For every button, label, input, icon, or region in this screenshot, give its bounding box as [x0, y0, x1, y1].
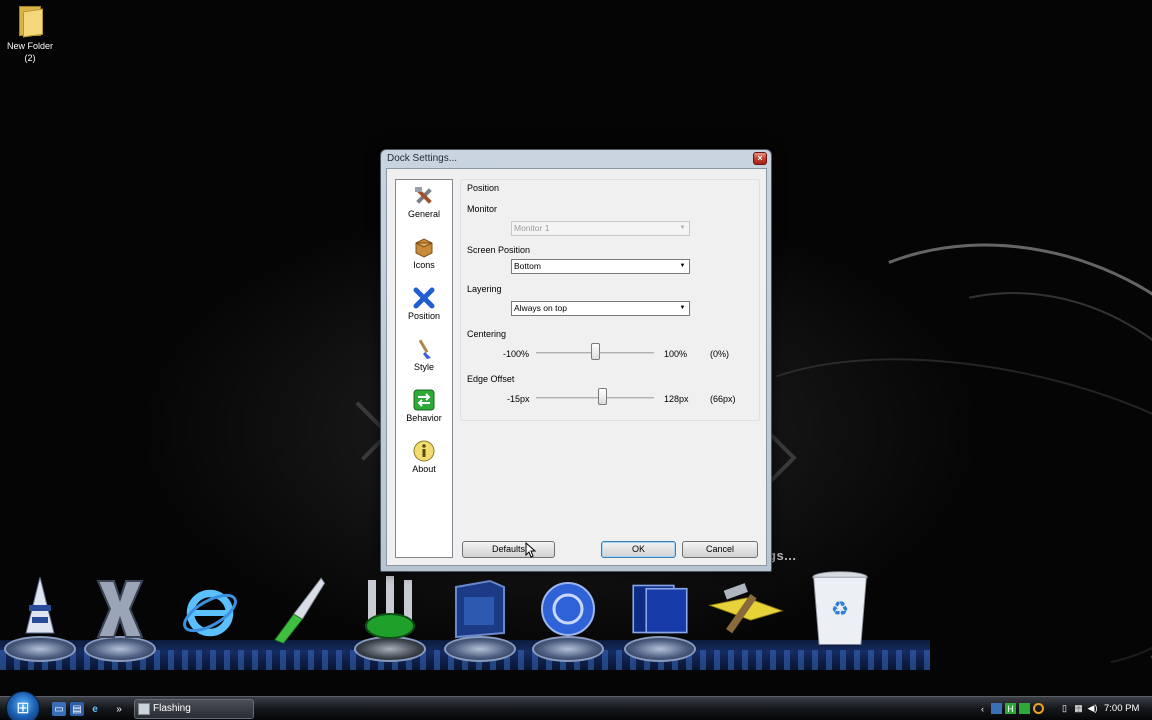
- sidebar-item-position[interactable]: Position: [396, 284, 452, 328]
- dock-settings-dialog: Dock Settings... × General Icons Positio…: [380, 149, 772, 572]
- position-x-icon: [412, 287, 436, 309]
- screen-position-select[interactable]: Bottom ▼: [511, 259, 690, 274]
- layering-value: Always on top: [514, 303, 567, 313]
- desktop-icon-label: New Folder (2): [6, 41, 53, 63]
- utility-ut-icon: [360, 574, 420, 644]
- edge-offset-label: Edge Offset: [467, 374, 515, 384]
- tray-expand-icon[interactable]: ‹: [977, 703, 988, 714]
- centering-min-label: -100%: [503, 349, 530, 359]
- brush-icon: [412, 338, 436, 360]
- system-tray: ‹ H ▯ ▦ ◀) 7:00 PM: [975, 697, 1152, 720]
- folder-icon: [17, 4, 43, 38]
- dock-item-orb[interactable]: [528, 574, 608, 662]
- stacked-windows-icon: [630, 574, 690, 644]
- dock-item-x[interactable]: [80, 574, 160, 662]
- dock-item-windows[interactable]: [620, 574, 700, 662]
- volume-icon[interactable]: ◀): [1087, 703, 1098, 714]
- centering-max-label: 100%: [664, 349, 688, 359]
- tray-app-icon[interactable]: [991, 703, 1002, 714]
- settings-sidebar: General Icons Position Style Behavior Ab…: [395, 179, 453, 558]
- edge-offset-slider-thumb[interactable]: [597, 388, 607, 405]
- cancel-button[interactable]: Cancel: [682, 541, 758, 558]
- sidebar-item-about[interactable]: About: [396, 437, 452, 481]
- sidebar-item-label: Style: [413, 362, 434, 372]
- x-logo-icon: [90, 574, 150, 644]
- cone-icon: [10, 574, 70, 644]
- taskbar: ⊞ ▭ ▤ e » Flashing ‹ H ▯ ▦ ◀) 7:00 PM: [0, 691, 1152, 720]
- mouse-cursor-icon: [525, 541, 537, 560]
- dock-item-recycle-bin[interactable]: ♻: [800, 571, 880, 662]
- chevron-down-icon: ▼: [679, 305, 686, 311]
- sidebar-item-icons[interactable]: Icons: [396, 233, 452, 277]
- tray-ring-icon[interactable]: [1033, 703, 1044, 714]
- start-button[interactable]: ⊞: [6, 691, 40, 720]
- tools-icon: [706, 574, 786, 644]
- clock[interactable]: 7:00 PM: [1104, 703, 1139, 714]
- dock-item-utility[interactable]: [350, 574, 430, 662]
- sidebar-item-label: Icons: [413, 260, 435, 270]
- monitor-label: Monitor: [467, 204, 498, 214]
- box-icon: [412, 236, 436, 258]
- blue-folder-icon: [450, 574, 510, 644]
- close-button[interactable]: ×: [753, 152, 767, 165]
- screen-position-value: Bottom: [514, 261, 541, 271]
- edge-offset-slider-track[interactable]: [536, 397, 654, 399]
- position-group: Position Monitor Monitor 1 ▼ Screen Posi…: [460, 179, 760, 421]
- desktop-folder-new-folder[interactable]: New Folder (2): [2, 4, 58, 64]
- tray-green-icon[interactable]: [1019, 703, 1030, 714]
- dialog-title: Dock Settings...: [387, 153, 458, 164]
- windows-logo-icon: ⊞: [16, 700, 30, 717]
- taskbar-button-flashing[interactable]: Flashing: [134, 699, 254, 719]
- centering-slider-thumb[interactable]: [590, 343, 600, 360]
- window-icon: [138, 703, 150, 715]
- behavior-arrows-icon: [412, 389, 436, 411]
- layering-select[interactable]: Always on top ▼: [511, 301, 690, 316]
- wallpaper-text: gs...: [768, 548, 797, 563]
- edge-offset-current-value: (66px): [710, 394, 736, 404]
- sidebar-item-label: Behavior: [406, 413, 442, 423]
- recycle-bin-icon: ♻: [810, 571, 870, 645]
- dock-item-settings-tools[interactable]: [706, 574, 786, 662]
- chevron-down-icon: ▼: [679, 225, 686, 231]
- sidebar-item-behavior[interactable]: Behavior: [396, 386, 452, 430]
- monitor-select[interactable]: Monitor 1 ▼: [511, 221, 690, 236]
- glass-orb-icon: [538, 574, 598, 644]
- info-icon: [412, 440, 436, 462]
- quick-launch-overflow-icon[interactable]: »: [112, 702, 126, 716]
- chevron-down-icon: ▼: [679, 263, 686, 269]
- dock-item-internet-explorer[interactable]: [170, 574, 250, 662]
- show-desktop-icon[interactable]: ▭: [52, 702, 66, 716]
- dialog-client-area: General Icons Position Style Behavior Ab…: [386, 168, 767, 566]
- switch-windows-icon[interactable]: ▤: [70, 702, 84, 716]
- dock-item-cone[interactable]: [0, 574, 80, 662]
- sidebar-item-general[interactable]: General: [396, 182, 452, 226]
- internet-explorer-icon[interactable]: e: [88, 702, 102, 716]
- edge-offset-min-label: -15px: [507, 394, 530, 404]
- knife-icon: [268, 574, 328, 644]
- screen-position-label: Screen Position: [467, 245, 531, 255]
- network-icon[interactable]: ▦: [1073, 703, 1084, 714]
- centering-current-value: (0%): [710, 349, 730, 359]
- tray-device-icon[interactable]: ▯: [1059, 703, 1070, 714]
- layering-label: Layering: [467, 284, 502, 294]
- dock-item-folder[interactable]: [440, 574, 520, 662]
- defaults-button[interactable]: Defaults: [462, 541, 555, 558]
- sidebar-item-style[interactable]: Style: [396, 335, 452, 379]
- tray-h-icon[interactable]: H: [1005, 703, 1016, 714]
- tools-icon: [412, 185, 436, 207]
- group-title: Position: [467, 183, 500, 193]
- ok-button[interactable]: OK: [601, 541, 676, 558]
- centering-label: Centering: [467, 329, 507, 339]
- svg-text:♻: ♻: [831, 596, 849, 620]
- edge-offset-max-label: 128px: [664, 394, 689, 404]
- internet-explorer-icon: [180, 578, 240, 648]
- dock-item-knife[interactable]: [258, 574, 338, 662]
- taskbar-button-label: Flashing: [153, 703, 191, 714]
- sidebar-item-label: About: [412, 464, 436, 474]
- sidebar-item-label: General: [407, 209, 441, 219]
- sidebar-item-label: Position: [407, 311, 441, 321]
- monitor-select-value: Monitor 1: [514, 223, 550, 233]
